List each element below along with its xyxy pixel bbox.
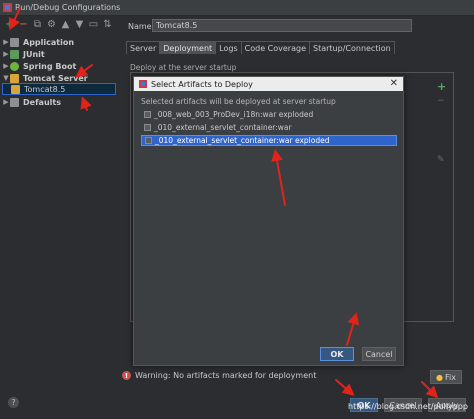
config-tree: ▶ Application ▶ JUnit ▶ Spring Boot ▼ To… bbox=[0, 34, 118, 364]
tree-item-defaults[interactable]: ▶ Defaults bbox=[2, 96, 61, 108]
select-artifacts-dialog: Select Artifacts to Deploy ✕ Selected ar… bbox=[133, 76, 404, 366]
chevron-right-icon[interactable]: ▶ bbox=[2, 98, 10, 106]
annotation-arrow bbox=[335, 379, 355, 396]
artifact-icon bbox=[144, 111, 151, 118]
junit-icon bbox=[10, 49, 19, 59]
chevron-right-icon[interactable]: ▶ bbox=[2, 50, 10, 58]
chevron-down-icon[interactable]: ▼ bbox=[2, 74, 10, 82]
window-title: Run/Debug Configurations bbox=[15, 3, 121, 12]
intellij-app-icon bbox=[3, 3, 12, 12]
tomcat-icon bbox=[10, 73, 19, 83]
dialog-title: Select Artifacts to Deploy bbox=[151, 79, 253, 89]
remove-artifact-icon[interactable]: − bbox=[437, 96, 445, 106]
config-tabs: Server Deployment Logs Code Coverage Sta… bbox=[126, 41, 395, 54]
folder-icon[interactable]: ▭ bbox=[88, 20, 99, 31]
tab-logs[interactable]: Logs bbox=[215, 41, 242, 54]
tab-server[interactable]: Server bbox=[126, 41, 161, 54]
close-icon[interactable]: ✕ bbox=[390, 78, 398, 90]
application-icon bbox=[10, 37, 19, 47]
watermark: https://blog.csdn.net/pollyppp bbox=[348, 402, 468, 411]
edit-artifact-icon[interactable]: ✎ bbox=[437, 155, 445, 165]
tree-item-label: JUnit bbox=[23, 49, 45, 59]
tree-item-label: Defaults bbox=[23, 97, 61, 107]
intellij-app-icon bbox=[139, 80, 147, 88]
defaults-icon bbox=[10, 97, 19, 107]
artifact-icon bbox=[144, 124, 151, 131]
move-up-icon[interactable]: ▲ bbox=[60, 20, 71, 31]
artifact-label: _010_external_servlet_container:war bbox=[154, 123, 292, 132]
add-artifact-icon[interactable]: + bbox=[437, 80, 446, 93]
artifact-label: _010_external_servlet_container:war expl… bbox=[155, 136, 330, 145]
lightbulb-icon: ● bbox=[436, 372, 443, 382]
tree-item-label: Application bbox=[23, 37, 75, 47]
dialog-cancel-button[interactable]: Cancel bbox=[362, 347, 396, 361]
tree-item-junit[interactable]: ▶ JUnit bbox=[2, 48, 45, 60]
name-input[interactable] bbox=[152, 19, 412, 32]
artifact-item-selected[interactable]: _010_external_servlet_container:war expl… bbox=[141, 135, 397, 146]
dialog-titlebar: Select Artifacts to Deploy ✕ bbox=[134, 77, 403, 91]
artifact-list: _008_web_003_ProDev_i18n:war exploded _0… bbox=[139, 107, 399, 345]
warning-text: Warning: No artifacts marked for deploym… bbox=[135, 371, 317, 380]
tree-item-label: Tomcat8.5 bbox=[24, 84, 66, 94]
deployment-warning: ! Warning: No artifacts marked for deplo… bbox=[122, 371, 316, 380]
tomcat-icon bbox=[11, 84, 20, 94]
chevron-right-icon[interactable]: ▶ bbox=[2, 62, 10, 70]
tree-item-label: Spring Boot bbox=[23, 61, 77, 71]
window-titlebar: Run/Debug Configurations bbox=[0, 0, 474, 16]
add-config-icon[interactable]: + bbox=[4, 20, 15, 31]
tab-deployment[interactable]: Deployment bbox=[159, 41, 217, 54]
tree-item-spring-boot[interactable]: ▶ Spring Boot bbox=[2, 60, 76, 72]
artifact-item[interactable]: _010_external_servlet_container:war bbox=[141, 122, 397, 133]
name-label: Name: bbox=[128, 22, 155, 31]
fix-label: Fix bbox=[445, 372, 456, 382]
tree-item-tomcat85[interactable]: Tomcat8.5 bbox=[2, 83, 116, 95]
help-icon[interactable]: ? bbox=[8, 397, 19, 408]
remove-config-icon[interactable]: − bbox=[18, 20, 29, 31]
dialog-ok-button[interactable]: OK bbox=[320, 347, 354, 361]
artifact-label: _008_web_003_ProDev_i18n:war exploded bbox=[154, 110, 314, 119]
tab-code-coverage[interactable]: Code Coverage bbox=[240, 41, 310, 54]
config-toolbar: + − ⧉ ⚙ ▲ ▼ ▭ ⇅ bbox=[0, 17, 122, 33]
error-icon: ! bbox=[122, 371, 131, 380]
spring-boot-icon bbox=[10, 61, 19, 71]
tree-item-label: Tomcat Server bbox=[23, 73, 88, 83]
artifact-item[interactable]: _008_web_003_ProDev_i18n:war exploded bbox=[141, 109, 397, 120]
artifact-icon bbox=[145, 137, 152, 144]
chevron-right-icon[interactable]: ▶ bbox=[2, 38, 10, 46]
move-down-icon[interactable]: ▼ bbox=[74, 20, 85, 31]
fix-button[interactable]: ● Fix bbox=[430, 370, 462, 384]
tab-startup-connection[interactable]: Startup/Connection bbox=[309, 41, 395, 54]
deploy-at-startup-label: Deploy at the server startup bbox=[130, 63, 237, 72]
sort-icon[interactable]: ⇅ bbox=[102, 20, 113, 31]
settings-wrench-icon[interactable]: ⚙ bbox=[46, 20, 57, 31]
copy-config-icon[interactable]: ⧉ bbox=[32, 20, 43, 31]
tree-item-application[interactable]: ▶ Application bbox=[2, 36, 74, 48]
dialog-subtitle: Selected artifacts will be deployed at s… bbox=[141, 97, 336, 106]
